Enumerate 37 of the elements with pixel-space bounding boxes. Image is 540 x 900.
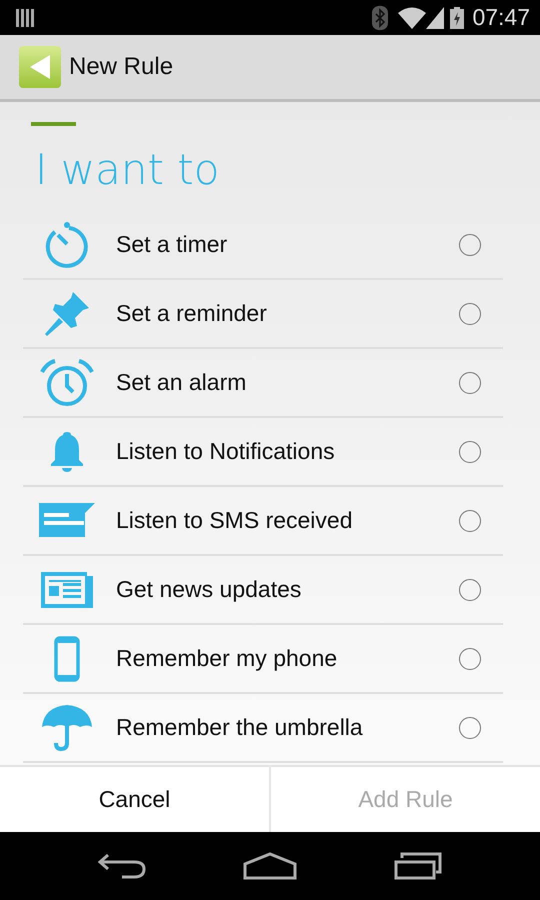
message-icon [39,502,95,538]
umbrella-icon [42,704,92,750]
radio-button[interactable] [459,302,481,324]
radio-button[interactable] [459,234,481,256]
option-label: Set a timer [116,231,228,258]
signal-icon [426,6,444,28]
radio-button[interactable] [459,716,481,738]
phone-icon [54,636,80,682]
section-heading: I want to [35,146,220,194]
radio-button[interactable] [459,510,481,532]
option-label: Get news updates [116,576,302,603]
option-label: Set an alarm [116,369,248,396]
battery-icon [450,6,464,28]
wifi-icon [398,6,426,28]
option-label: Listen to Notifications [116,438,336,465]
pushpin-icon [43,290,91,338]
radio-button[interactable] [459,578,481,600]
screen-title: New Rule [69,53,174,81]
recent-apps-icon[interactable] [394,852,442,880]
alarm-clock-icon [39,358,95,406]
radio-button[interactable] [459,648,481,670]
option-label: Remember the umbrella [116,714,364,741]
option-label: Remember my phone [116,645,338,672]
option-label: Set a reminder [116,300,268,327]
radio-button[interactable] [459,440,481,462]
home-icon[interactable] [242,852,297,880]
back-icon[interactable] [98,853,146,879]
option-label: Listen to SMS received [116,507,354,534]
notification-icon [16,8,35,28]
stopwatch-icon [43,220,91,268]
accent-bar [31,122,76,126]
bell-icon [49,432,85,472]
radio-button[interactable] [459,372,481,394]
bluetooth-icon [372,6,388,30]
clock-time: 07:47 [472,4,530,31]
newspaper-icon [41,572,93,608]
back-arrow-icon [30,55,50,79]
